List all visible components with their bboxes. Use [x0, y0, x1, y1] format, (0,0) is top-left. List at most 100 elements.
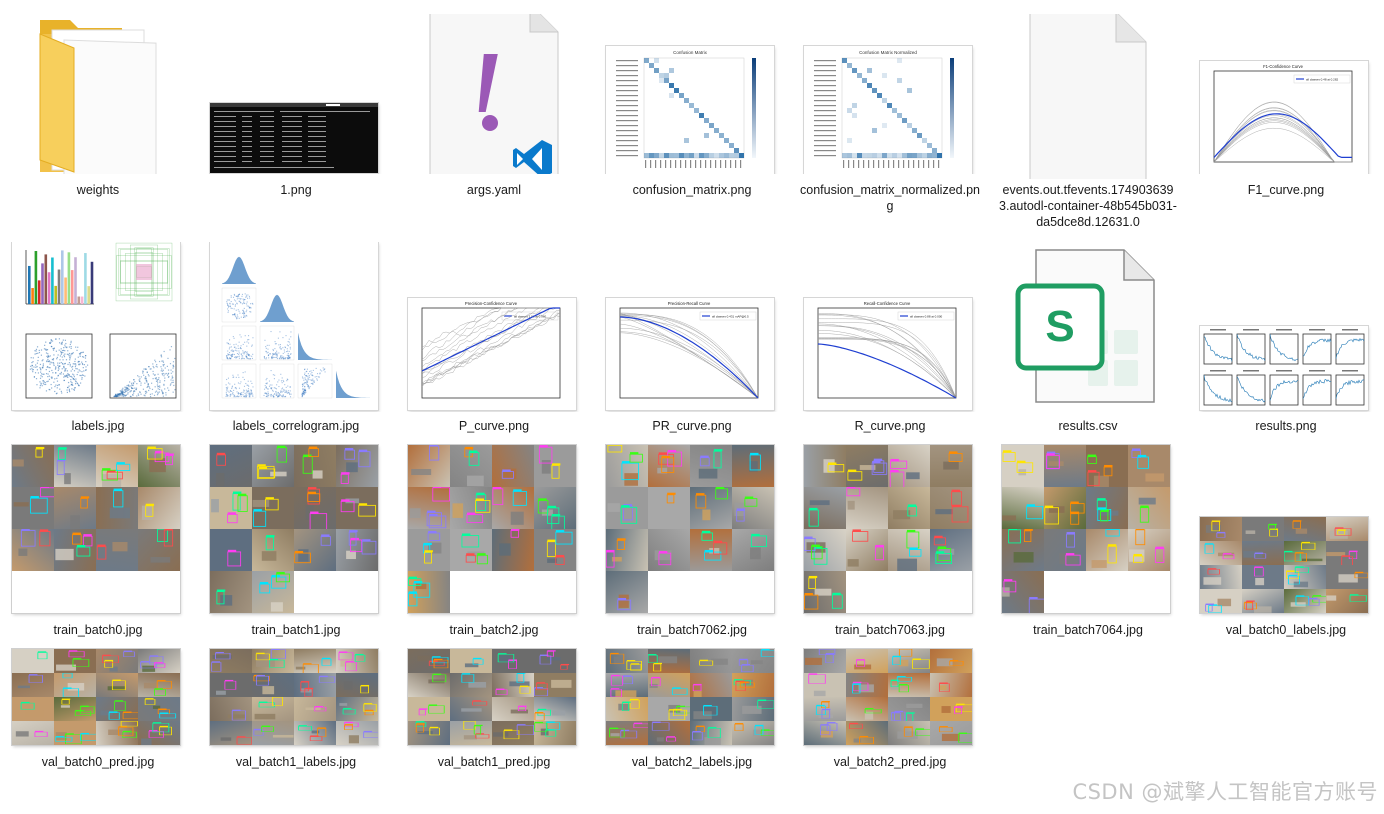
batch-photo-tile: [606, 673, 648, 697]
chart-title: Recall-Confidence Curve: [864, 301, 911, 306]
batch-photo-tile: [534, 529, 576, 571]
batch-photo-tile: [252, 649, 294, 673]
spreadsheet-file-icon: S: [998, 242, 1178, 412]
batch-photo-tile: [408, 529, 450, 571]
batch-photo-tile: [492, 673, 534, 697]
batch-photo-tile: [294, 649, 336, 673]
batch-photo-tile: [1326, 517, 1368, 541]
batch-photo-tile: [1200, 517, 1242, 541]
file-explorer-view: { "files": [ {"key":"weights","name":"we…: [0, 0, 1384, 814]
batch-photo-tile: [804, 487, 846, 529]
batch-photo-tile: [138, 649, 180, 673]
file-name: confusion_matrix.png: [632, 183, 752, 197]
batch-photo-tile: [492, 697, 534, 721]
batch-photo-tile: [846, 721, 888, 745]
batch-photo-tile: [54, 673, 96, 697]
chart-title: Confusion Matrix Normalized: [859, 50, 917, 55]
batch-photo-tile: [12, 649, 54, 673]
batch-photo-tile: [606, 649, 648, 673]
batch-photo-tile: [1242, 589, 1284, 613]
batch-photo-tile: [336, 445, 378, 487]
image-thumbnail: Precision-Recall Curve all classes 0.431 …: [602, 242, 782, 412]
batch-photo-tile: [252, 487, 294, 529]
batch-photo-tile: [96, 697, 138, 721]
batch-photo-tile: [294, 529, 336, 571]
batch-photo-tile: [846, 673, 888, 697]
confusion-matrix-chart: Confusion Matrix: [616, 50, 756, 168]
yaml-file-icon: [404, 14, 584, 174]
results-chart-grid: [1203, 329, 1365, 406]
batch-photo-tile: [54, 649, 96, 673]
batch-photo-tile: [690, 673, 732, 697]
file-name: val_batch1_pred.jpg: [437, 755, 551, 769]
batch-photo-tile: [450, 673, 492, 697]
batch-photo-tile: [252, 697, 294, 721]
batch-photo-tile: [804, 529, 846, 571]
batch-photo-tile: [732, 571, 774, 613]
image-thumbnail: Precision-Confidence Curve all classes 1.…: [404, 242, 584, 412]
image-thumbnail: [1002, 445, 1170, 613]
batch-photo-tile: [12, 445, 54, 487]
batch-photo-tile: [294, 571, 336, 613]
batch-photo-tile: [1200, 589, 1242, 613]
batch-photo-tile: [210, 697, 252, 721]
batch-photo-tile: [1284, 541, 1326, 565]
batch-photo-tile: [408, 697, 450, 721]
batch-photo-tile: [690, 571, 732, 613]
labels-distribution-chart: [25, 242, 177, 399]
batch-photo-tile: [648, 571, 690, 613]
batch-photo-tile: [336, 529, 378, 571]
batch-photo-tile: [408, 649, 450, 673]
batch-photo-tile: [690, 697, 732, 721]
confusion-matrix-normalized-chart: Confusion Matrix Normalized: [814, 50, 954, 168]
batch-photo-tile: [1002, 529, 1044, 571]
batch-photo-tile: [1002, 487, 1044, 529]
batch-photo-tile: [96, 445, 138, 487]
batch-photo-tile: [888, 445, 930, 487]
batch-photo-tile: [732, 487, 774, 529]
batch-photo-tile: [336, 487, 378, 529]
file-name: args.yaml: [466, 183, 522, 197]
batch-photo-tile: [408, 571, 450, 613]
batch-photo-tile: [606, 445, 648, 487]
batch-photo-tile: [732, 673, 774, 697]
batch-photo-tile: [1128, 529, 1170, 571]
batch-photo-tile: [1284, 565, 1326, 589]
batch-photo-tile: [1128, 487, 1170, 529]
batch-photo-tile: [492, 571, 534, 613]
batch-photo-tile: [294, 673, 336, 697]
batch-photo-tile: [12, 571, 54, 613]
batch-photo-tile: [138, 445, 180, 487]
image-thumbnail: [606, 445, 774, 613]
batch-photo-tile: [888, 697, 930, 721]
batch-photo-tile: [1128, 445, 1170, 487]
batch-photo-tile: [210, 673, 252, 697]
image-thumbnail: [8, 242, 188, 412]
file-name: val_batch1_labels.jpg: [235, 755, 357, 769]
image-thumbnail: [408, 649, 576, 745]
file-name: train_batch0.jpg: [53, 623, 143, 637]
batch-photo-tile: [1242, 541, 1284, 565]
batch-photo-tile: [1002, 445, 1044, 487]
batch-photo-tile: [1002, 571, 1044, 613]
file-name: val_batch2_pred.jpg: [833, 755, 947, 769]
batch-photo-tile: [294, 487, 336, 529]
batch-photo-tile: [1284, 517, 1326, 541]
image-thumbnail: [606, 649, 774, 745]
batch-photo-tile: [138, 571, 180, 613]
batch-photo-tile: [138, 721, 180, 745]
batch-photo-tile: [930, 487, 972, 529]
image-thumbnail: [206, 242, 386, 412]
batch-photo-tile: [804, 571, 846, 613]
image-thumbnail: Recall-Confidence Curve all classes 0.88 …: [800, 242, 980, 412]
batch-photo-tile: [606, 571, 648, 613]
file-name: 1.png: [280, 183, 312, 197]
batch-photo-tile: [96, 571, 138, 613]
batch-photo-tile: [294, 697, 336, 721]
image-thumbnail: [210, 445, 378, 613]
batch-photo-tile: [648, 487, 690, 529]
batch-photo-tile: [12, 721, 54, 745]
batch-photo-tile: [1044, 571, 1086, 613]
batch-photo-tile: [252, 571, 294, 613]
batch-photo-tile: [138, 529, 180, 571]
